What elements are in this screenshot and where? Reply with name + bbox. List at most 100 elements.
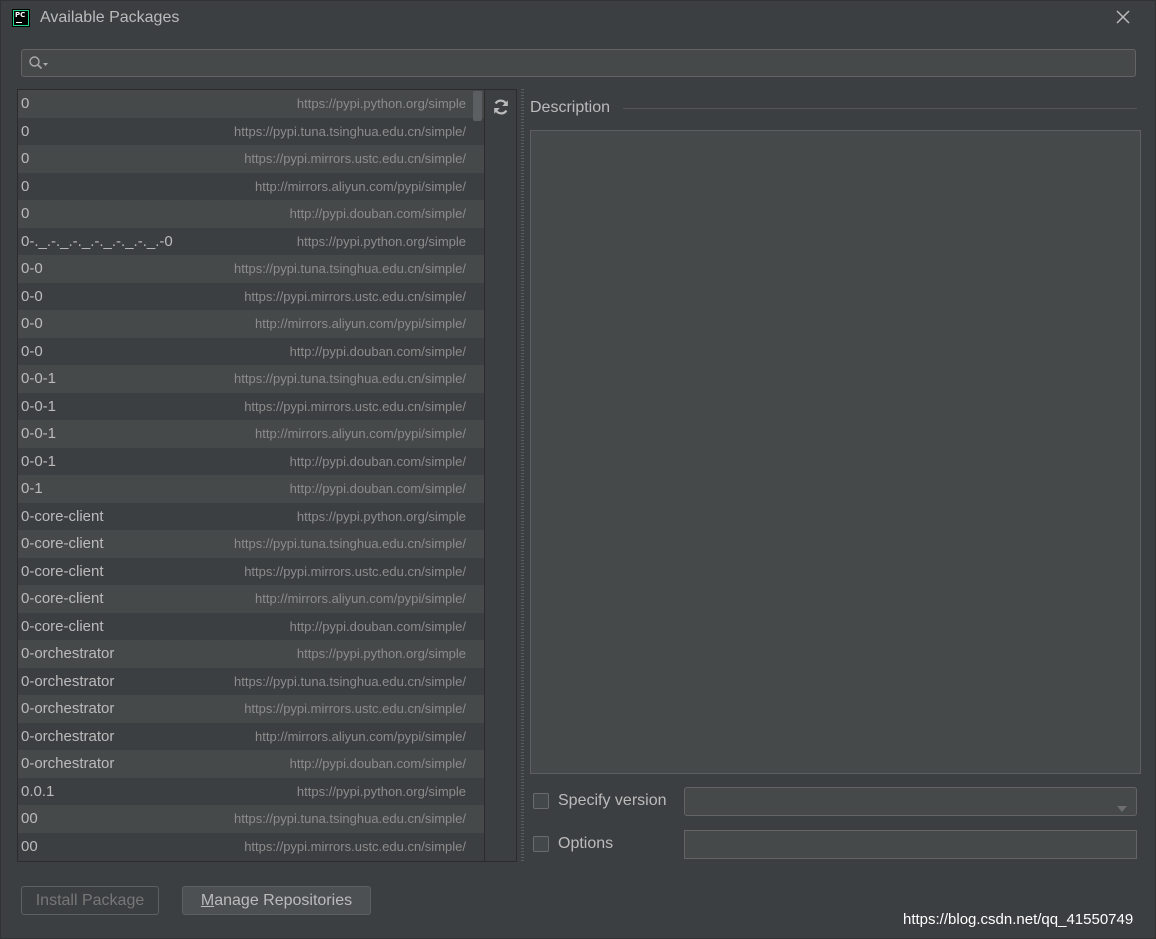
package-name: 0-0: [21, 315, 43, 332]
package-name: 0-0-1: [21, 425, 57, 442]
pycharm-app-icon: PC: [12, 9, 30, 27]
package-row[interactable]: 0.0.1 https://pypi.python.org/simple: [18, 777, 484, 805]
package-name: 0-0: [21, 342, 43, 360]
package-name: 0-orchestrator: [21, 755, 115, 772]
package-repository: http://mirrors.aliyun.com/pypi/simple/: [255, 426, 466, 441]
package-repository: http://mirrors.aliyun.com/pypi/simple/: [255, 591, 466, 606]
package-row[interactable]: 0-0-1 https://pypi.tuna.tsinghua.edu.cn/s…: [18, 365, 484, 393]
package-name: 0-0: [21, 287, 43, 305]
install-package-button[interactable]: Install Package: [21, 886, 159, 915]
package-list[interactable]: 0 https://pypi.python.org/simple 0 https://…: [17, 89, 485, 862]
manage-repositories-label: anage Repositories: [214, 892, 353, 909]
specify-version-checkbox[interactable]: [533, 793, 549, 809]
package-name: 0-0-1: [21, 452, 57, 470]
package-repository: https://pypi.mirrors.ustc.edu.cn/simple/: [244, 563, 466, 579]
package-row[interactable]: 0 https://pypi.python.org/simple: [18, 90, 484, 118]
package-row[interactable]: 0-0 https://pypi.tuna.tsinghua.edu.cn/sim…: [18, 255, 484, 283]
package-repository: https://pypi.tuna.tsinghua.edu.cn/simple…: [234, 536, 466, 551]
refresh-icon[interactable]: [491, 97, 511, 117]
package-name: 0-0: [21, 260, 43, 277]
package-name: 0-0-1: [21, 370, 57, 387]
package-repository: https://pypi.python.org/simple: [296, 233, 466, 249]
package-name: 0-._.-._.-._.-._.-._.-._.-0: [21, 232, 173, 250]
package-row[interactable]: 00 https://pypi.tuna.tsinghua.edu.cn/simp…: [18, 805, 484, 833]
available-packages-dialog: PC Available Packages 0 https://pypi.pyth…: [0, 0, 1156, 939]
package-row[interactable]: 0-core-client https://pypi.python.org/sim…: [18, 502, 484, 530]
package-row[interactable]: 00 https://pypi.mirrors.ustc.edu.cn/simpl…: [18, 832, 484, 860]
watermark-text: https://blog.csdn.net/qq_41550749: [903, 911, 1134, 928]
close-icon[interactable]: [1113, 7, 1133, 27]
package-row[interactable]: 0-0-1 http://mirrors.aliyun.com/pypi/simp…: [18, 420, 484, 448]
package-name: 0.0.1: [21, 782, 55, 800]
manage-repositories-button[interactable]: Manage Repositories: [182, 886, 371, 915]
package-name: 0-orchestrator: [21, 700, 115, 717]
package-row[interactable]: 0-orchestrator http://pypi.douban.com/sim…: [18, 750, 484, 778]
package-search-field[interactable]: [21, 49, 1136, 77]
options-checkbox[interactable]: [533, 836, 549, 852]
package-row[interactable]: 0 http://mirrors.aliyun.com/pypi/simple/: [18, 172, 484, 200]
package-repository: http://pypi.douban.com/simple/: [289, 481, 466, 496]
package-name: 0-core-client: [21, 590, 104, 607]
package-repository: http://pypi.douban.com/simple/: [289, 618, 466, 634]
package-row[interactable]: 0-._.-._.-._.-._.-._.-._.-0 https://pypi.…: [18, 227, 484, 255]
package-repository: https://pypi.mirrors.ustc.edu.cn/simple/: [244, 398, 466, 414]
package-repository: https://pypi.tuna.tsinghua.edu.cn/simple…: [234, 673, 466, 689]
list-scrollbar-thumb[interactable]: [473, 91, 482, 121]
title-bar: PC Available Packages: [1, 1, 1155, 35]
package-name: 0-core-client: [21, 562, 104, 580]
package-repository: http://mirrors.aliyun.com/pypi/simple/: [255, 728, 466, 744]
package-name: 0-core-client: [21, 507, 104, 525]
package-row[interactable]: 0 http://pypi.douban.com/simple/: [18, 200, 484, 228]
package-name: 0: [21, 177, 30, 195]
package-name: 0-orchestrator: [21, 645, 115, 662]
package-row[interactable]: 0-0-1 https://pypi.mirrors.ustc.edu.cn/si…: [18, 392, 484, 420]
package-repository: http://pypi.douban.com/simple/: [289, 343, 466, 359]
package-repository: https://pypi.python.org/simple: [296, 783, 466, 799]
description-label: Description: [530, 99, 611, 116]
package-row[interactable]: 0 https://pypi.tuna.tsinghua.edu.cn/simpl…: [18, 117, 484, 145]
package-name: 0-orchestrator: [21, 727, 115, 745]
package-row[interactable]: 0-0 http://pypi.douban.com/simple/: [18, 337, 484, 365]
search-icon[interactable]: [28, 55, 50, 76]
package-repository: https://pypi.tuna.tsinghua.edu.cn/simple…: [234, 261, 466, 276]
package-row[interactable]: 0-core-client http://mirrors.aliyun.com/p…: [18, 585, 484, 613]
package-name: 0: [21, 95, 30, 112]
search-input[interactable]: [52, 53, 1126, 75]
description-separator: [623, 108, 1137, 109]
package-row[interactable]: 0-0-1 http://pypi.douban.com/simple/: [18, 447, 484, 475]
window-title: Available Packages: [40, 9, 180, 26]
package-name: 0: [21, 122, 30, 140]
package-row[interactable]: 0-core-client http://pypi.douban.com/simp…: [18, 612, 484, 640]
package-repository: https://pypi.tuna.tsinghua.edu.cn/simple…: [234, 371, 466, 386]
package-repository: http://mirrors.aliyun.com/pypi/simple/: [255, 316, 466, 331]
description-pane: [530, 130, 1141, 774]
options-label: Options: [558, 835, 614, 852]
package-row[interactable]: 0-0 https://pypi.mirrors.ustc.edu.cn/simp…: [18, 282, 484, 310]
package-row[interactable]: 0 https://pypi.mirrors.ustc.edu.cn/simple…: [18, 145, 484, 173]
version-dropdown[interactable]: [684, 787, 1137, 816]
package-repository: http://pypi.douban.com/simple/: [289, 206, 466, 221]
package-row[interactable]: 0-0 http://mirrors.aliyun.com/pypi/simple…: [18, 310, 484, 338]
pane-splitter[interactable]: [521, 89, 524, 862]
package-name: 00: [21, 837, 38, 855]
package-repository: http://mirrors.aliyun.com/pypi/simple/: [255, 178, 466, 194]
package-row[interactable]: 0-1 http://pypi.douban.com/simple/: [18, 475, 484, 503]
package-repository: https://pypi.mirrors.ustc.edu.cn/simple/: [244, 701, 466, 716]
install-package-label: Install Package: [35, 892, 145, 909]
package-row[interactable]: 0-orchestrator https://pypi.tuna.tsinghua…: [18, 667, 484, 695]
package-name: 0-1: [21, 480, 43, 497]
package-repository: http://pypi.douban.com/simple/: [289, 756, 466, 771]
options-input[interactable]: [684, 830, 1137, 859]
package-repository: http://pypi.douban.com/simple/: [289, 453, 466, 469]
package-row[interactable]: 0-orchestrator https://pypi.python.org/si…: [18, 640, 484, 668]
package-row[interactable]: 0-core-client https://pypi.mirrors.ustc.e…: [18, 557, 484, 585]
package-repository: https://pypi.tuna.tsinghua.edu.cn/simple…: [234, 123, 466, 139]
package-repository: https://pypi.python.org/simple: [296, 508, 466, 524]
package-row[interactable]: 0-core-client https://pypi.tuna.tsinghua.…: [18, 530, 484, 558]
package-row[interactable]: 0-orchestrator http://mirrors.aliyun.com/…: [18, 722, 484, 750]
manage-repositories-mnemonic: M: [200, 892, 215, 909]
package-repository: https://pypi.mirrors.ustc.edu.cn/simple/: [244, 151, 466, 166]
package-name: 0-core-client: [21, 617, 104, 635]
package-row[interactable]: 0-orchestrator https://pypi.mirrors.ustc.…: [18, 695, 484, 723]
package-repository: https://pypi.tuna.tsinghua.edu.cn/simple…: [234, 811, 466, 826]
